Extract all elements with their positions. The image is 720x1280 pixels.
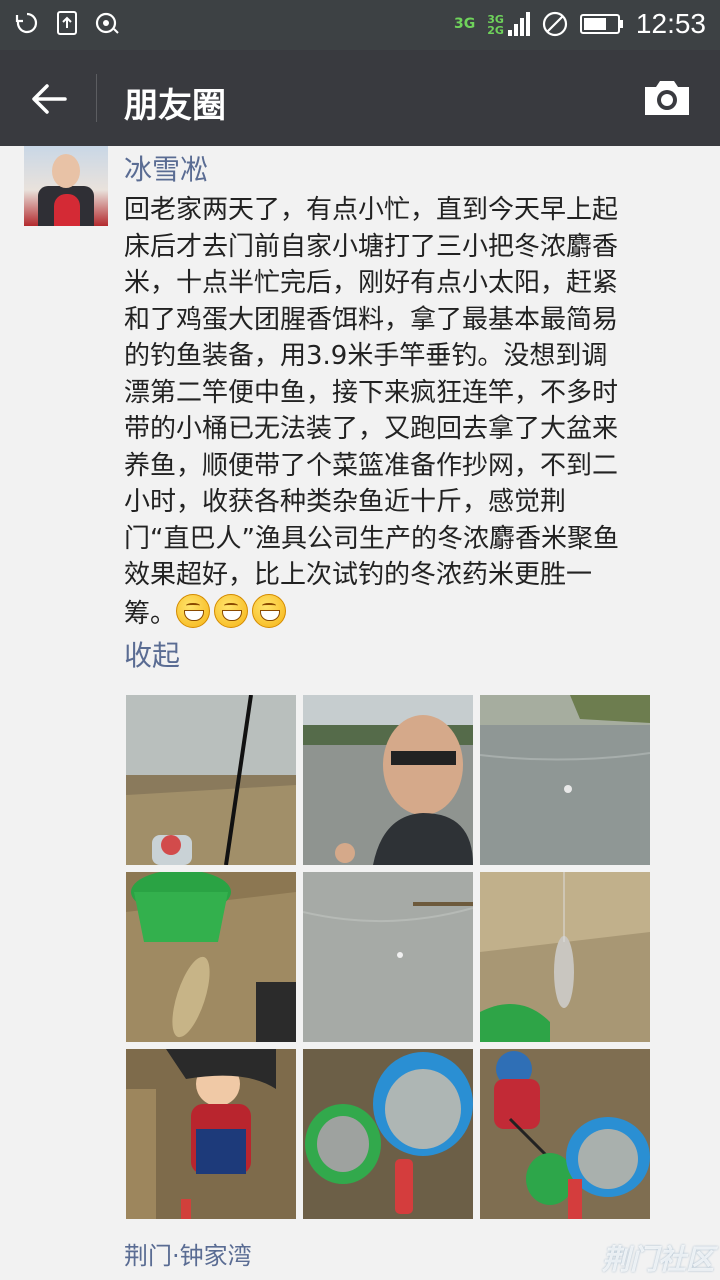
status-left	[14, 10, 120, 36]
upload-icon	[54, 10, 80, 36]
photo-child-and-basins[interactable]	[480, 1049, 650, 1219]
grin-emoji-icon	[252, 593, 287, 628]
post-location[interactable]: 荆门·钟家湾	[124, 1236, 252, 1271]
grin-emoji-icon	[176, 593, 211, 628]
arrow-left-icon	[32, 84, 67, 114]
post-username[interactable]: 冰雪凇	[124, 148, 208, 188]
photo-child-with-fish[interactable]	[126, 1049, 296, 1219]
avatar[interactable]	[24, 146, 108, 226]
sync-icon	[14, 10, 40, 36]
avatar-baby	[54, 194, 80, 226]
grin-emoji-icon	[214, 593, 249, 628]
status-time: 12:53	[635, 8, 706, 39]
photo-grid	[126, 695, 652, 1219]
photo-fish-on-line[interactable]	[480, 872, 650, 1042]
status-bar: 3G 3G 2G 12:53	[0, 0, 720, 50]
page-title: 朋友圈	[124, 86, 226, 126]
app-bar-divider	[96, 74, 97, 122]
network-type-primary: 3G	[454, 16, 476, 32]
photo-selfie-pond[interactable]	[303, 695, 473, 865]
status-right: 3G 3G 2G 12:53	[454, 8, 706, 40]
photo-pond-water[interactable]	[480, 695, 650, 865]
collapse-link[interactable]: 收起	[124, 634, 180, 674]
post-text: 回老家两天了，有点小忙，直到今天早上起 床后才去门前自家小塘打了三小把冬浓麝香 …	[124, 195, 619, 629]
photo-pond-float[interactable]	[303, 872, 473, 1042]
photo-fishing-rod-reeds[interactable]	[126, 695, 296, 865]
no-sim-icon	[542, 11, 568, 37]
network-type-bottom: 2G	[487, 24, 504, 37]
back-button[interactable]	[24, 74, 74, 124]
watermark-logo: 荆门社区	[601, 1243, 714, 1276]
app-bar: 朋友圈	[0, 50, 720, 146]
avatar-face	[52, 154, 80, 188]
battery-icon	[579, 11, 624, 37]
signal-icon: 3G 2G	[487, 12, 530, 36]
voicemail-icon	[94, 10, 120, 36]
post-body: 回老家两天了，有点小忙，直到今天早上起 床后才去门前自家小塘打了三小把冬浓麝香 …	[124, 192, 696, 632]
photo-green-bucket-fish[interactable]	[126, 872, 296, 1042]
camera-icon	[645, 81, 689, 115]
camera-button[interactable]	[642, 78, 692, 118]
photo-basin-of-fish[interactable]	[303, 1049, 473, 1219]
moments-feed: 冰雪凇 回老家两天了，有点小忙，直到今天早上起 床后才去门前自家小塘打了三小把冬…	[0, 146, 720, 1280]
